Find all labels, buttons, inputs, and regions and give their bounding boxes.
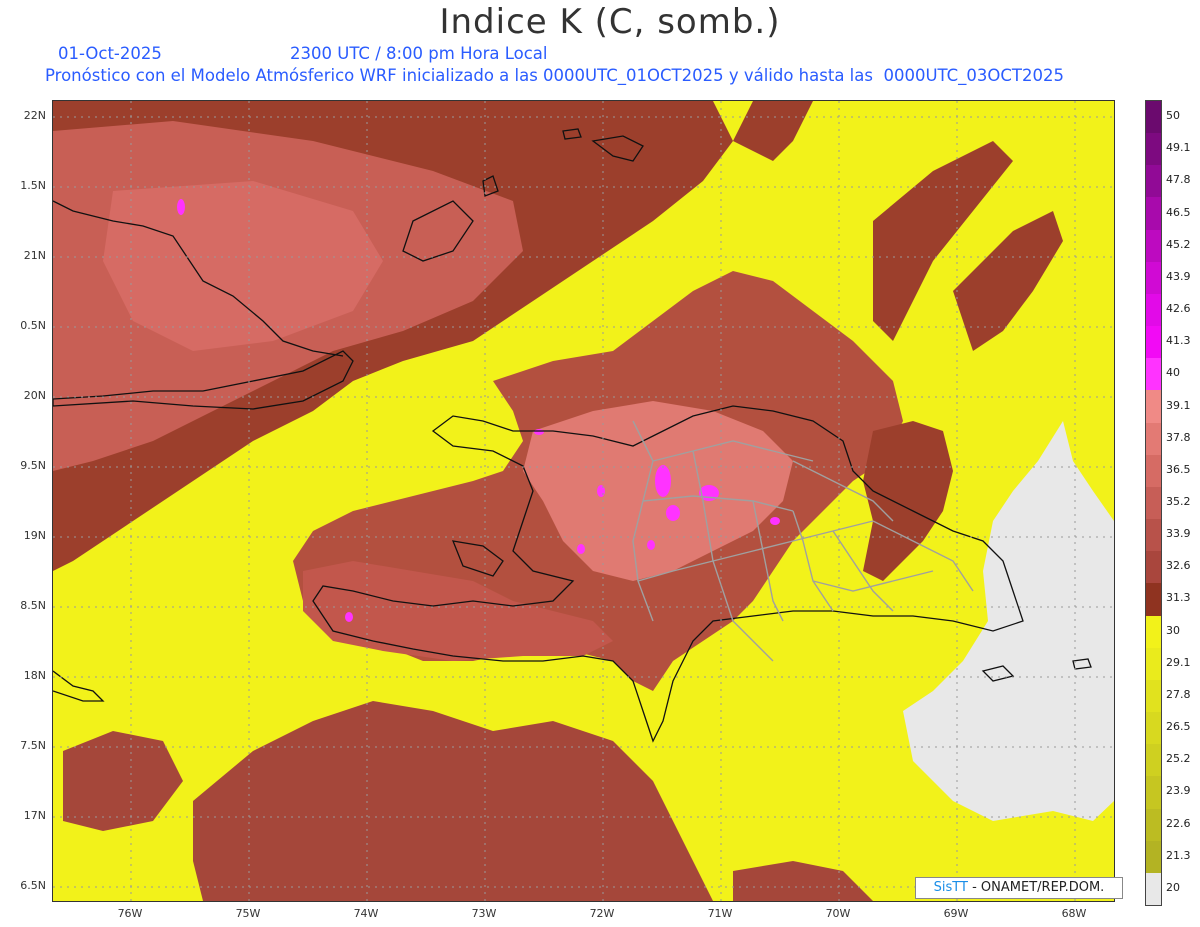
legend-swatch — [1146, 486, 1161, 520]
legend-swatch — [1146, 808, 1161, 842]
credit-box: SisTT - ONAMET/REP.DOM. — [915, 877, 1123, 899]
legend-swatch — [1146, 261, 1161, 295]
legend-swatch — [1146, 293, 1161, 327]
lat-label: 21N — [23, 249, 46, 262]
lat-label: 22N — [23, 109, 46, 122]
legend-label: 20 — [1166, 880, 1180, 894]
legend-label: 47.8 — [1166, 173, 1191, 187]
lat-label: 7.5N — [20, 739, 46, 752]
legend-swatch — [1146, 872, 1161, 906]
legend-swatch — [1146, 615, 1161, 649]
lat-label: 20N — [23, 389, 46, 402]
lat-label: 18N — [23, 669, 46, 682]
legend-label: 31.3 — [1166, 591, 1191, 605]
legend-label: 30 — [1166, 623, 1180, 637]
legend-label: 37.8 — [1166, 430, 1191, 444]
legend-swatch — [1146, 744, 1161, 777]
legend-swatch — [1146, 840, 1161, 874]
map-title: Indice K (C, somb.) — [439, 2, 781, 42]
lat-label: 17N — [23, 809, 46, 822]
date-label: 01-Oct-2025 — [58, 44, 162, 63]
color-legend-bar — [1145, 100, 1162, 906]
legend-label: 32.6 — [1166, 559, 1191, 573]
legend-swatch — [1146, 326, 1161, 359]
k-index-map — [53, 101, 1114, 901]
lat-label: 1.5N — [20, 179, 46, 192]
lon-label: 68W — [1061, 907, 1087, 920]
lat-label: 0.5N — [20, 319, 46, 332]
time-label: 2300 UTC / 8:00 pm Hora Local — [290, 44, 548, 63]
legend-label: 29.1 — [1166, 655, 1191, 669]
model-info-label: Pronóstico con el Modelo Atmósferico WRF… — [45, 66, 1064, 85]
legend-swatch — [1146, 679, 1161, 713]
legend-swatch — [1146, 165, 1161, 198]
lon-label: 71W — [707, 907, 733, 920]
lon-label: 74W — [353, 907, 379, 920]
legend-label: 26.5 — [1166, 720, 1191, 734]
legend-swatch — [1146, 133, 1161, 166]
legend-swatch — [1146, 776, 1161, 810]
legend-label: 33.9 — [1166, 527, 1191, 541]
legend-label: 45.2 — [1166, 237, 1191, 251]
legend-label: 49.1 — [1166, 141, 1191, 155]
legend-swatch — [1146, 647, 1161, 681]
map-panel — [52, 100, 1115, 902]
legend-label: 39.1 — [1166, 398, 1191, 412]
legend-swatch — [1146, 229, 1161, 263]
legend-swatch — [1146, 358, 1161, 391]
legend-swatch — [1146, 101, 1161, 134]
lat-label: 8.5N — [20, 599, 46, 612]
lon-label: 69W — [943, 907, 969, 920]
legend-label: 22.6 — [1166, 816, 1191, 830]
legend-label: 50 — [1166, 109, 1180, 123]
legend-swatch — [1146, 454, 1161, 488]
credit-text: - ONAMET/REP.DOM. — [972, 880, 1105, 895]
legend-swatch — [1146, 519, 1161, 552]
legend-swatch — [1146, 551, 1161, 584]
legend-label: 36.5 — [1166, 462, 1191, 476]
lon-label: 75W — [235, 907, 261, 920]
legend-label: 43.9 — [1166, 269, 1191, 283]
legend-label: 42.6 — [1166, 302, 1191, 316]
credit-brand: SisTT — [933, 880, 968, 895]
legend-label: 40 — [1166, 366, 1180, 380]
legend-swatch — [1146, 197, 1161, 231]
lon-label: 73W — [471, 907, 497, 920]
legend-swatch — [1146, 583, 1161, 617]
legend-swatch — [1146, 390, 1161, 424]
lat-label: 9.5N — [20, 459, 46, 472]
legend-label: 25.2 — [1166, 752, 1191, 766]
lat-label: 19N — [23, 529, 46, 542]
legend-label: 46.5 — [1166, 205, 1191, 219]
legend-label: 41.3 — [1166, 334, 1191, 348]
legend-swatch — [1146, 712, 1161, 745]
legend-label: 27.8 — [1166, 687, 1191, 701]
legend-label: 35.2 — [1166, 495, 1191, 508]
lat-label: 6.5N — [20, 879, 46, 892]
lon-label: 72W — [589, 907, 615, 920]
legend-label: 23.9 — [1166, 784, 1191, 798]
legend-label: 21.3 — [1166, 848, 1191, 862]
legend-swatch — [1146, 422, 1161, 456]
lon-label: 76W — [117, 907, 143, 920]
lon-label: 70W — [825, 907, 851, 920]
